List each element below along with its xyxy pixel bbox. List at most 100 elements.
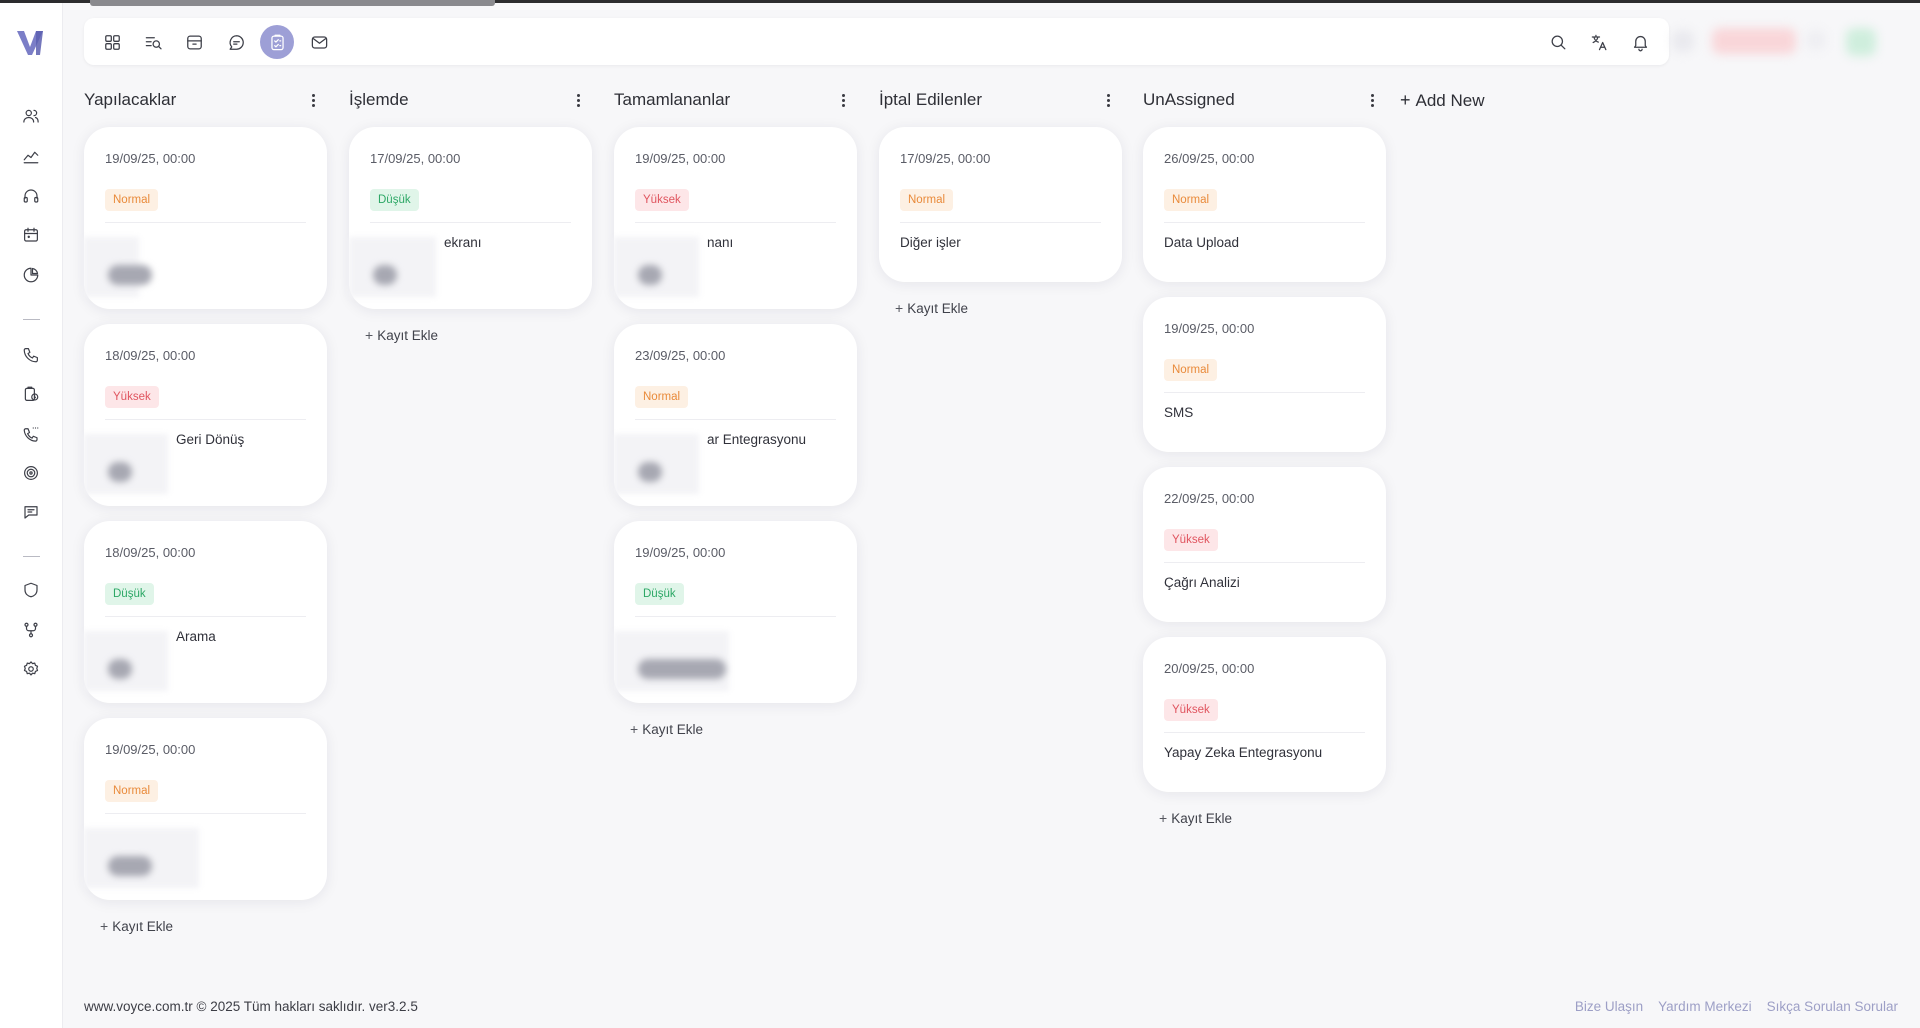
task-card[interactable]: 17/09/25, 00:00 Düşük ekranı <box>349 127 592 309</box>
task-title: Çağrı Analizi <box>1164 575 1240 590</box>
footer-copyright: www.voyce.com.tr © 2025 Tüm hakları sakl… <box>84 999 418 1014</box>
task-date: 19/09/25, 00:00 <box>105 742 196 757</box>
task-title: Geri Dönüş <box>176 432 245 447</box>
search-icon[interactable] <box>1542 26 1574 58</box>
bell-icon[interactable] <box>1624 26 1656 58</box>
card-divider <box>635 616 836 617</box>
task-date: 17/09/25, 00:00 <box>370 151 461 166</box>
priority-badge: Normal <box>105 780 159 802</box>
task-card[interactable]: 19/09/25, 00:00 Yüksek nanı <box>614 127 857 309</box>
task-card[interactable]: 19/09/25, 00:00 Normal SMS <box>1143 297 1386 452</box>
blurred-status-badge <box>1712 28 1796 54</box>
scroll-thumb[interactable] <box>90 0 495 6</box>
shield-icon[interactable] <box>18 577 44 603</box>
footer-link-contact[interactable]: Bize Ulaşın <box>1575 999 1643 1014</box>
add-record-label: Kayıt Ekle <box>377 328 438 343</box>
footer-link-help-center[interactable]: Yardım Merkezi <box>1658 999 1752 1014</box>
phone-dots-icon[interactable] <box>18 421 44 447</box>
card-divider <box>1164 562 1365 563</box>
footer-link-faq[interactable]: Sıkça Sorulan Sorular <box>1767 999 1898 1014</box>
clipboard-clock-icon[interactable] <box>18 381 44 407</box>
translate-icon[interactable] <box>1583 26 1615 58</box>
message-icon[interactable] <box>18 499 44 525</box>
flow-icon[interactable] <box>18 617 44 643</box>
column-menu-icon[interactable] <box>833 90 853 110</box>
add-record-button[interactable]: + Kayıt Ekle <box>895 300 968 316</box>
target-icon[interactable] <box>18 460 44 486</box>
headset-icon[interactable] <box>18 183 44 209</box>
task-card[interactable]: 20/09/25, 00:00 Yüksek Yapay Zeka Entegras… <box>1143 637 1386 792</box>
add-new-label: Add New <box>1415 91 1485 110</box>
card-divider <box>635 419 836 420</box>
add-record-button[interactable]: + Kayıt Ekle <box>630 721 703 737</box>
column-menu-icon[interactable] <box>303 90 323 110</box>
task-title: ar Entegrasyonu <box>707 432 807 447</box>
phone-icon[interactable] <box>18 342 44 368</box>
task-card[interactable]: 26/09/25, 00:00 Normal Data Upload <box>1143 127 1386 282</box>
voyce-logo-icon <box>17 31 43 55</box>
blurred-assignee <box>638 659 726 679</box>
task-date: 20/09/25, 00:00 <box>1164 661 1255 676</box>
plus-icon: + <box>1159 810 1168 826</box>
topbar <box>84 18 1669 65</box>
card-divider <box>635 222 836 223</box>
task-card[interactable]: 22/09/25, 00:00 Yüksek Çağrı Analizi <box>1143 467 1386 622</box>
task-board-icon[interactable] <box>260 25 294 59</box>
dashboard-icon[interactable] <box>96 26 128 58</box>
add-record-button[interactable]: + Kayıt Ekle <box>365 327 438 343</box>
task-card[interactable]: 19/09/25, 00:00 Normal <box>84 127 327 309</box>
priority-badge: Düşük <box>105 583 154 605</box>
plus-icon: + <box>895 300 904 316</box>
chat-bubble-icon[interactable] <box>220 26 252 58</box>
mail-icon[interactable] <box>303 26 335 58</box>
users-icon[interactable] <box>18 103 44 129</box>
task-date: 17/09/25, 00:00 <box>900 151 991 166</box>
card-divider <box>370 222 571 223</box>
priority-badge: Normal <box>900 189 954 211</box>
sidebar-divider <box>23 319 40 320</box>
task-card[interactable]: 19/09/25, 00:00 Normal <box>84 718 327 900</box>
task-title: Arama <box>176 629 216 644</box>
blurred-assignee <box>108 265 152 285</box>
column-title: İptal Edilenler <box>879 90 983 109</box>
blurred-assignee <box>108 659 132 679</box>
task-title: Yapay Zeka Entegrasyonu <box>1164 745 1323 760</box>
column-header: Yapılacaklar <box>84 88 327 112</box>
blurred-status-icon <box>1806 30 1826 50</box>
add-record-label: Kayıt Ekle <box>1171 811 1232 826</box>
priority-badge: Yüksek <box>1164 699 1218 721</box>
column-header: İşlemde <box>349 88 592 112</box>
column-menu-icon[interactable] <box>1362 90 1382 110</box>
column-title: Yapılacaklar <box>84 90 177 109</box>
plus-icon: + <box>365 327 374 343</box>
plus-icon: + <box>100 918 109 934</box>
archive-icon[interactable] <box>178 26 210 58</box>
column-header: İptal Edilenler <box>879 88 1122 112</box>
add-record-button[interactable]: + Kayıt Ekle <box>1159 810 1232 826</box>
window-top-strip <box>0 0 1920 6</box>
settings-icon[interactable] <box>18 656 44 682</box>
add-record-button[interactable]: + Kayıt Ekle <box>100 918 173 934</box>
app-logo[interactable] <box>14 27 46 59</box>
add-new-column-button[interactable]: + Add New <box>1400 90 1485 111</box>
card-divider <box>105 222 306 223</box>
task-card[interactable]: 19/09/25, 00:00 Düşük <box>614 521 857 703</box>
card-divider <box>105 419 306 420</box>
column-menu-icon[interactable] <box>1098 90 1118 110</box>
calendar-icon[interactable] <box>18 222 44 248</box>
pie-chart-icon[interactable] <box>18 262 44 288</box>
add-record-label: Kayıt Ekle <box>112 919 173 934</box>
task-date: 19/09/25, 00:00 <box>635 151 726 166</box>
list-search-icon[interactable] <box>137 26 169 58</box>
column-menu-icon[interactable] <box>568 90 588 110</box>
task-card[interactable]: 18/09/25, 00:00 Düşük Arama <box>84 521 327 703</box>
task-title: ekranı <box>444 235 482 250</box>
add-record-label: Kayıt Ekle <box>907 301 968 316</box>
blurred-assignee <box>638 462 662 482</box>
card-divider <box>1164 392 1365 393</box>
analytics-icon[interactable] <box>18 143 44 169</box>
task-card[interactable]: 23/09/25, 00:00 Normal ar Entegrasyonu <box>614 324 857 506</box>
task-card[interactable]: 18/09/25, 00:00 Yüksek Geri Dönüş <box>84 324 327 506</box>
task-title: nanı <box>707 235 734 250</box>
task-card[interactable]: 17/09/25, 00:00 Normal Diğer işler <box>879 127 1122 282</box>
